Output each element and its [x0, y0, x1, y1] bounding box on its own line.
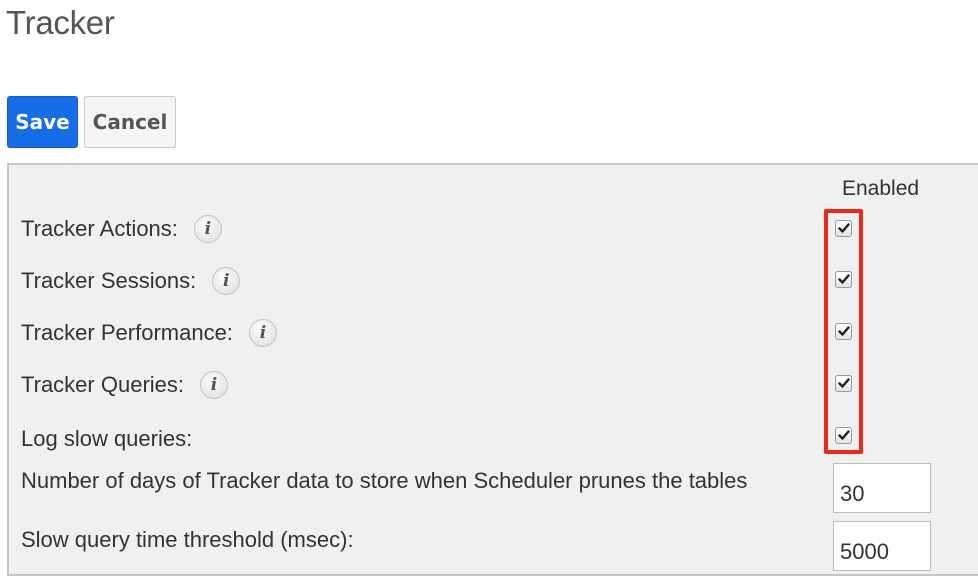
checkmark-icon	[837, 223, 850, 233]
tracker-actions-label: Tracker Actions:	[21, 216, 178, 241]
tracker-queries-checkbox[interactable]	[835, 375, 852, 392]
log-slow-queries-checkbox[interactable]	[835, 427, 852, 444]
tracker-performance-label: Tracker Performance:	[21, 320, 233, 345]
save-button[interactable]: Save	[7, 96, 78, 148]
prune-days-input[interactable]	[833, 463, 931, 513]
tracker-queries-row: Tracker Queries: i	[21, 371, 229, 399]
tracker-actions-checkbox[interactable]	[835, 220, 852, 237]
slow-query-threshold-row: Slow query time threshold (msec):	[21, 527, 354, 553]
page-title: Tracker	[6, 4, 115, 41]
prune-days-row: Number of days of Tracker data to store …	[21, 468, 747, 494]
info-icon[interactable]: i	[200, 371, 229, 399]
tracker-sessions-row: Tracker Sessions: i	[21, 267, 241, 295]
log-slow-queries-label: Log slow queries:	[21, 426, 193, 451]
info-icon[interactable]: i	[212, 267, 241, 295]
slow-query-threshold-label: Slow query time threshold (msec):	[21, 527, 354, 552]
checkmark-icon	[837, 326, 850, 336]
slow-query-threshold-input[interactable]	[833, 521, 931, 571]
tracker-queries-label: Tracker Queries:	[21, 372, 185, 397]
info-icon[interactable]: i	[193, 215, 222, 243]
tracker-settings-panel: Enabled Tracker Actions: i Tracker Sessi…	[7, 163, 978, 576]
checkmark-icon	[837, 274, 850, 284]
tracker-performance-checkbox[interactable]	[835, 323, 852, 340]
cancel-button[interactable]: Cancel	[84, 96, 176, 148]
tracker-performance-row: Tracker Performance: i	[21, 319, 277, 347]
tracker-sessions-label: Tracker Sessions:	[21, 268, 197, 293]
tracker-actions-row: Tracker Actions: i	[21, 215, 222, 243]
checkmark-icon	[837, 378, 850, 388]
enabled-column-header: Enabled	[842, 177, 920, 200]
info-icon[interactable]: i	[248, 319, 277, 347]
prune-days-label: Number of days of Tracker data to store …	[21, 468, 748, 493]
checkmark-icon	[837, 430, 850, 440]
tracker-sessions-checkbox[interactable]	[835, 271, 852, 288]
log-slow-queries-row: Log slow queries:	[21, 426, 192, 452]
